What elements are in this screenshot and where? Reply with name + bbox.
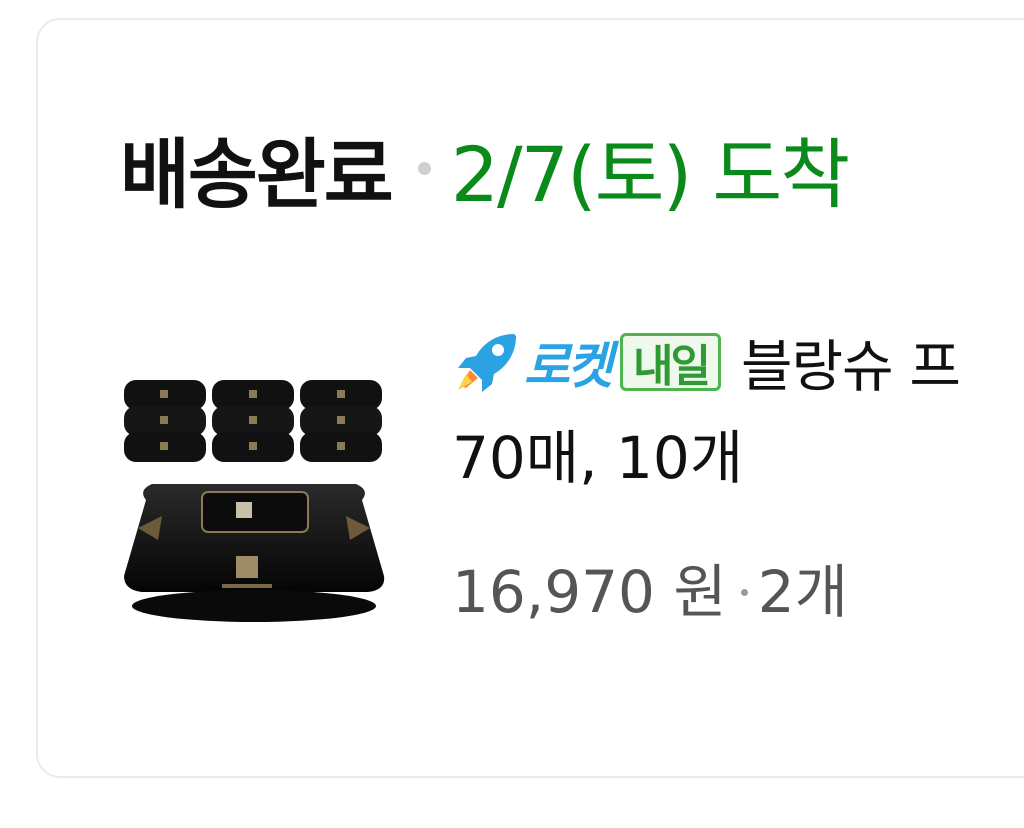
price-separator-dot	[740, 588, 748, 596]
large-pack	[124, 484, 385, 622]
separator-dot	[417, 161, 431, 175]
product-info: 로켓 내일 블랑슈 프 70매, 10개 16,970 원 2개	[452, 316, 961, 632]
product-option: 70매, 10개	[452, 424, 744, 492]
rocket-delivery-label: 로켓	[524, 337, 613, 395]
product-quantity: 2개	[757, 558, 849, 626]
product-price: 16,970 원	[452, 558, 727, 626]
product-name[interactable]: 블랑슈 프	[741, 322, 961, 403]
arrival-date: 2/7(토) 도착	[450, 130, 851, 219]
small-pack-stack-left	[124, 380, 206, 462]
order-header: 배송완료 2/7(토) 도착	[120, 118, 850, 219]
product-image[interactable]	[118, 370, 390, 636]
small-pack-stack-right	[300, 380, 382, 462]
delivery-status: 배송완료	[120, 130, 394, 219]
product-title-line[interactable]: 로켓 내일 블랑슈 프	[452, 316, 961, 408]
price-quantity-line: 16,970 원 2개	[452, 552, 960, 632]
rocket-icon	[458, 334, 516, 392]
small-pack-stack-middle	[212, 380, 294, 462]
tomorrow-badge: 내일	[620, 333, 721, 392]
